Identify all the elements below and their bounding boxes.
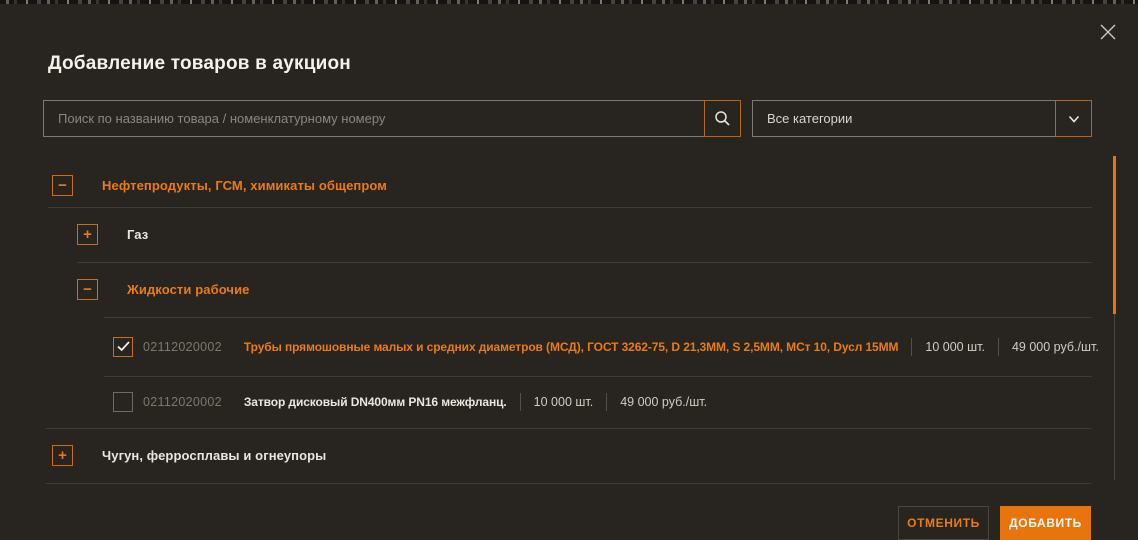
page-title: Добавление товаров в аукцион xyxy=(48,53,351,75)
divider xyxy=(998,338,999,356)
scrollbar-track xyxy=(1114,314,1115,480)
category-label[interactable]: Нефтепродукты, ГСМ, химикаты общепром xyxy=(102,178,387,193)
search-input[interactable] xyxy=(43,100,704,137)
category-label[interactable]: Газ xyxy=(127,227,148,242)
tree-row-neft: − Нефтепродукты, ГСМ, химикаты общепром xyxy=(0,163,1138,207)
checkbox-unchecked[interactable] xyxy=(113,392,133,412)
divider xyxy=(520,393,521,411)
category-select-value: Все категории xyxy=(753,111,1055,126)
divider xyxy=(606,393,607,411)
expand-icon[interactable]: + xyxy=(77,224,98,245)
checkmark-icon xyxy=(117,341,130,352)
product-qty: 10 000 шт. xyxy=(534,395,594,409)
search-button[interactable] xyxy=(704,100,741,137)
product-name[interactable]: Трубы прямошовные малых и средних диамет… xyxy=(244,340,899,354)
add-button[interactable]: ДОБАВИТЬ xyxy=(1000,506,1091,540)
product-row: 02112020002 Затвор дисковый DN400мм PN16… xyxy=(0,376,1138,428)
tree-row-zhidkosti: − Жидкости рабочие xyxy=(0,262,1138,317)
collapse-icon[interactable]: − xyxy=(77,279,98,300)
product-qty: 10 000 шт. xyxy=(925,340,985,354)
product-price: 49 000 руб./шт. xyxy=(620,395,707,409)
expand-icon[interactable]: + xyxy=(52,445,73,466)
product-code: 02112020002 xyxy=(143,340,222,354)
category-select-toggle[interactable] xyxy=(1055,100,1092,137)
cancel-button[interactable]: ОТМЕНИТЬ xyxy=(898,506,989,540)
add-products-modal: Добавление товаров в аукцион Все категор… xyxy=(0,0,1138,537)
product-row: 02112020002 Трубы прямошовные малых и ср… xyxy=(0,317,1138,376)
close-icon[interactable] xyxy=(1094,18,1122,46)
checkbox-checked[interactable] xyxy=(113,337,133,357)
product-code: 02112020002 xyxy=(143,395,222,409)
product-name[interactable]: Затвор дисковый DN400мм PN16 межфланц. xyxy=(244,395,507,409)
product-price: 49 000 руб./шт. xyxy=(1012,340,1099,354)
tree-row-chugun: + Чугун, ферросплавы и огнеупоры xyxy=(0,428,1138,483)
category-label[interactable]: Жидкости рабочие xyxy=(127,282,250,297)
category-select[interactable]: Все категории xyxy=(752,100,1092,137)
divider xyxy=(46,483,1092,484)
scrollbar-thumb[interactable] xyxy=(1113,156,1116,314)
divider xyxy=(911,338,912,356)
tree-row-gaz: + Газ xyxy=(0,207,1138,262)
search-icon xyxy=(714,110,731,127)
search-bar xyxy=(43,100,741,137)
chevron-down-icon xyxy=(1066,111,1082,127)
collapse-icon[interactable]: − xyxy=(52,175,73,196)
category-label[interactable]: Чугун, ферросплавы и огнеупоры xyxy=(102,448,326,463)
